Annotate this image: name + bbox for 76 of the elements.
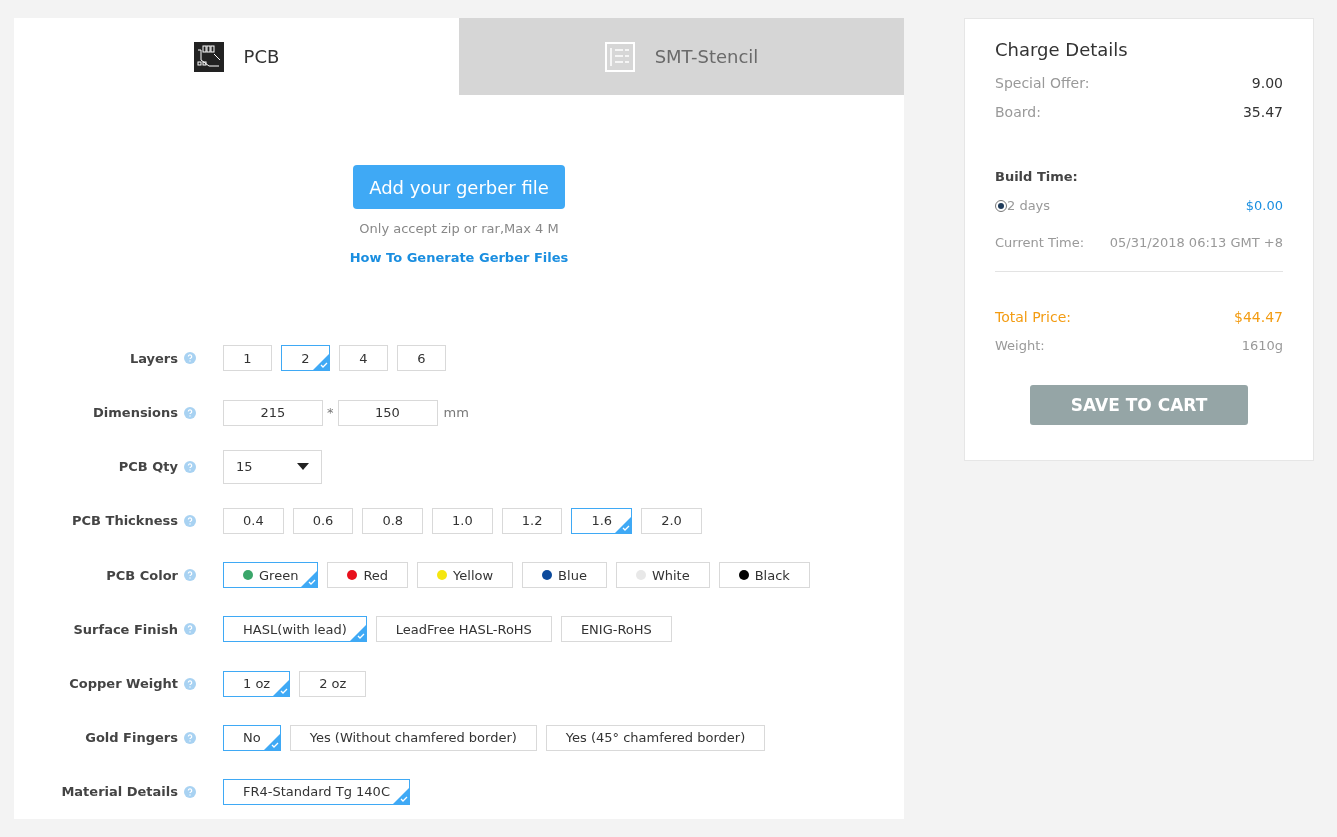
field-label: Layers [129, 350, 178, 366]
option-button[interactable]: Yes (45° chamfered border) [545, 724, 766, 751]
weight-label: Weight: [995, 338, 1045, 353]
field-label: PCB Qty [118, 459, 178, 475]
check-corner-icon [313, 354, 329, 371]
option-button[interactable]: ENIG-RoHS [560, 616, 672, 643]
radio-label: 2 days [1007, 198, 1051, 213]
caret-icon [297, 463, 309, 471]
option-button[interactable]: 1 oz [223, 670, 291, 697]
option-button[interactable]: 2 [281, 345, 330, 372]
option-button[interactable]: LeadFree HASL-RoHS [375, 616, 552, 643]
option-button[interactable]: 1.0 [432, 508, 493, 534]
width-input[interactable]: 215 [223, 399, 323, 426]
help-icon[interactable] [184, 406, 196, 419]
weight-value: 1610g [1241, 338, 1283, 353]
option-button[interactable]: 0.4 [223, 508, 284, 534]
field-label: Surface Finish [73, 621, 178, 637]
option-button[interactable]: 6 [397, 345, 446, 372]
option-button[interactable]: Black [718, 562, 810, 589]
time-value: 05/31/2018 06:13 GMT +8 [1109, 235, 1283, 250]
help-icon[interactable] [184, 677, 196, 690]
option-button[interactable]: HASL(with lead) [223, 616, 367, 643]
upload-note: Only accept zip or rar,Max 4 M [359, 221, 559, 237]
tab[interactable]: SMT-Stencil [459, 18, 904, 96]
check-corner-icon [263, 733, 280, 750]
help-icon[interactable] [184, 785, 196, 798]
field-label: PCB Color [106, 567, 178, 583]
option-button[interactable]: 4 [339, 345, 388, 372]
stencil-icon [604, 41, 635, 72]
option-button[interactable]: White [615, 562, 710, 589]
help-icon[interactable] [184, 352, 196, 365]
option-button[interactable]: Green [223, 562, 319, 589]
field-label: Dimensions [93, 405, 178, 421]
build-price: $0.00 [1245, 198, 1283, 213]
help-link[interactable]: How To Generate Gerber Files [349, 250, 569, 266]
total-label: Total Price: [995, 308, 1071, 325]
option-button[interactable]: Yes (Without chamfered border) [289, 724, 537, 751]
check-corner-icon [392, 787, 409, 804]
charge-value: 9.00 [1251, 74, 1283, 91]
option-button[interactable]: 2 oz [299, 670, 367, 697]
total-value: $44.47 [1234, 308, 1283, 325]
help-icon[interactable] [184, 569, 196, 582]
option-button[interactable]: Blue [522, 562, 607, 589]
help-icon[interactable] [184, 623, 196, 636]
option-button[interactable]: 1 [223, 345, 272, 372]
help-icon[interactable] [184, 731, 196, 744]
field-label: PCB Thickness [72, 513, 178, 529]
option-button[interactable]: 1.6 [571, 508, 633, 534]
field-label: Material Details [61, 784, 178, 800]
help-icon[interactable] [184, 515, 196, 527]
option-button[interactable]: 2.0 [641, 508, 702, 534]
quantity-select[interactable]: 15 [223, 449, 322, 484]
check-corner-icon [273, 679, 290, 696]
option-button[interactable]: 0.6 [292, 508, 354, 534]
field-label: Copper Weight [69, 676, 178, 691]
time-label: Current Time: [995, 235, 1085, 250]
circuit-board-icon [193, 41, 224, 72]
times-sign: * [327, 405, 334, 421]
charge-label: Board: [995, 103, 1041, 120]
help-icon[interactable] [184, 460, 196, 473]
check-corner-icon [615, 517, 632, 533]
option-button[interactable]: 1.2 [501, 508, 563, 534]
build-time-label: Build Time: [995, 169, 1078, 184]
check-corner-icon [349, 625, 366, 642]
height-input[interactable]: 150 [337, 399, 438, 426]
option-button[interactable]: FR4-Standard Tg 140C [223, 778, 410, 805]
unit-label: mm [443, 405, 469, 421]
option-button[interactable]: 0.8 [362, 508, 424, 534]
field-label: Gold Fingers [85, 730, 178, 746]
option-button[interactable]: No [223, 724, 281, 751]
option-button[interactable]: Red [327, 562, 409, 589]
charge-value: 35.47 [1242, 103, 1283, 120]
option-button[interactable]: Yellow [417, 562, 514, 589]
charge-label: Special Offer: [995, 74, 1090, 91]
check-corner-icon [301, 571, 318, 588]
card-title: Charge Details [995, 39, 1129, 60]
